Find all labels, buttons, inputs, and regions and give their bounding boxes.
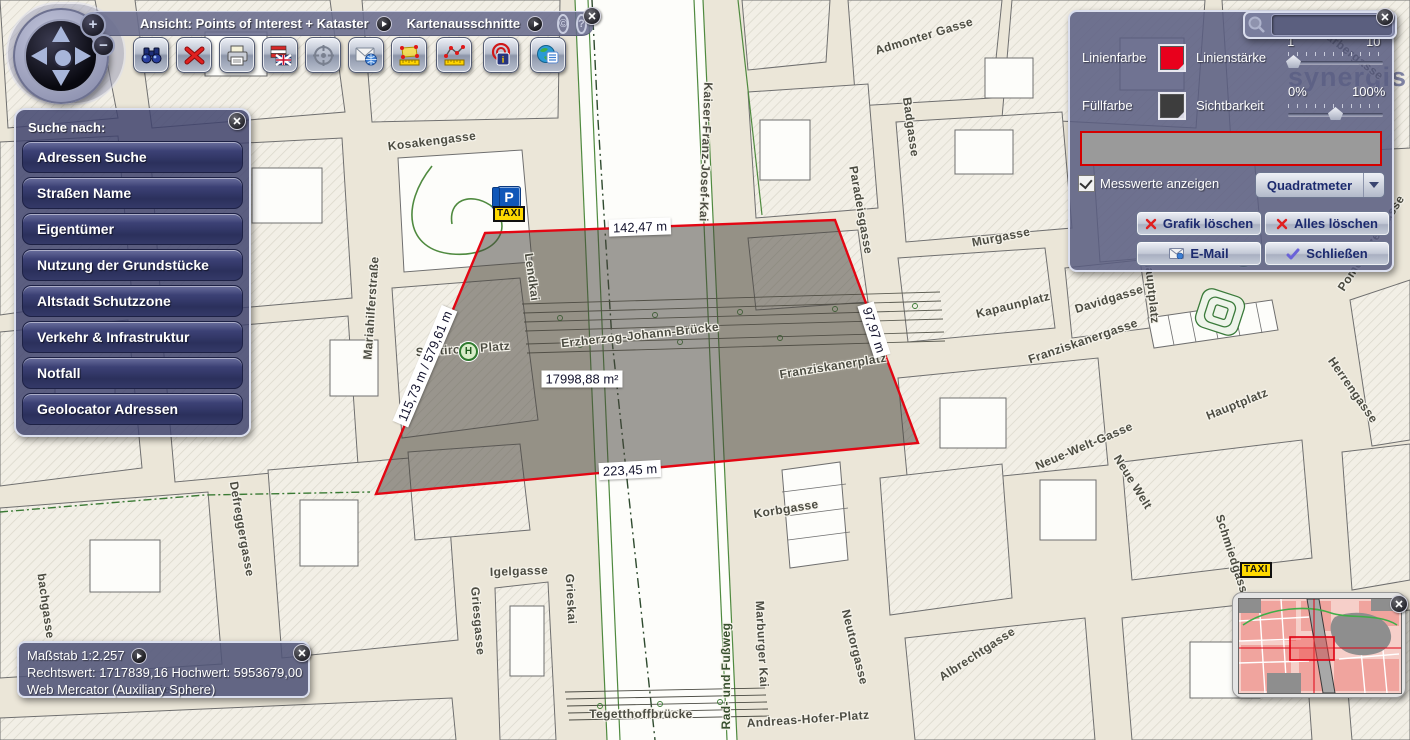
search-panel-close-button[interactable] xyxy=(228,112,246,130)
map-extracts-menu-button[interactable] xyxy=(527,16,543,32)
scale-value: Maßstab 1:2.257 xyxy=(27,647,125,664)
chevron-down-icon[interactable] xyxy=(1363,173,1384,197)
status-box-close-button[interactable] xyxy=(293,644,311,662)
clear-graphics-tool-button[interactable] xyxy=(176,37,212,73)
show-values-label: Messwerte anzeigen xyxy=(1100,176,1219,191)
search-button-geolocator[interactable]: Geolocator Adressen xyxy=(22,393,243,425)
pan-down-arrow[interactable] xyxy=(52,70,70,86)
language-flags-icon xyxy=(268,43,293,68)
envelope-icon xyxy=(1169,248,1184,259)
close-panel-button[interactable]: Schließen xyxy=(1264,241,1390,266)
measure-line-tool-button[interactable] xyxy=(436,37,472,73)
line-width-label: Linienstärke xyxy=(1196,50,1266,65)
fill-color-label: Füllfarbe xyxy=(1082,98,1133,113)
minimap-close-button[interactable] xyxy=(1390,595,1408,613)
measure-line-icon xyxy=(442,43,467,68)
binoculars-icon xyxy=(139,43,164,68)
quick-search-bar xyxy=(1243,11,1397,39)
taxi-sign: TAXI xyxy=(1240,562,1272,578)
street-label: Igelgasse xyxy=(490,563,549,579)
measure-panel-close-button[interactable] xyxy=(1376,8,1394,26)
measure-panel: Linienfarbe Linienstärke 1 10 Füllfarbe … xyxy=(1068,10,1394,272)
taxi-sign: TAXI xyxy=(493,206,525,222)
search-panel-title: Suche nach: xyxy=(28,120,249,135)
quick-search-input[interactable] xyxy=(1271,14,1393,36)
map-viewport[interactable]: Kosakengasse Mariahilferstraße Lendkai K… xyxy=(0,0,1410,740)
zoom-out-button[interactable]: − xyxy=(92,34,115,57)
scale-menu-button[interactable] xyxy=(131,648,147,664)
unit-dropdown-value: Quadratmeter xyxy=(1256,178,1363,193)
legend-tool-button[interactable] xyxy=(530,37,566,73)
pan-center-button[interactable] xyxy=(53,48,73,68)
search-button-notfall[interactable]: Notfall xyxy=(22,357,243,389)
print-tool-button[interactable] xyxy=(219,37,255,73)
area-measurement-label: 17998,88 m² xyxy=(542,371,623,388)
edge-measurement-label: 223,45 m xyxy=(598,460,661,480)
search-tool-button[interactable] xyxy=(133,37,169,73)
search-button-nutzung[interactable]: Nutzung der Grundstücke xyxy=(22,249,243,281)
search-icon xyxy=(1247,15,1267,35)
unit-dropdown[interactable]: Quadratmeter xyxy=(1255,172,1385,198)
send-map-tool-button[interactable] xyxy=(348,37,384,73)
line-width-ticks xyxy=(1288,52,1383,56)
toolbar-titlebar: Ansicht: Points of Interest + Kataster K… xyxy=(92,11,594,36)
coordinates-value: Rechtswert: 1717839,16 Hochwert: 5953679… xyxy=(27,664,300,681)
visibility-min: 0% xyxy=(1288,84,1307,99)
search-button-eigentuemer[interactable]: Eigentümer xyxy=(22,213,243,245)
checkmark-icon xyxy=(1286,248,1300,260)
overview-minimap[interactable] xyxy=(1232,592,1406,698)
minimap-extent-box[interactable] xyxy=(1290,637,1334,660)
email-button[interactable]: E-Mail xyxy=(1136,241,1262,266)
view-menu-button[interactable] xyxy=(376,16,392,32)
identify-target-icon: i xyxy=(489,43,514,68)
search-button-verkehr[interactable]: Verkehr & Infrastruktur xyxy=(22,321,243,353)
line-width-slider-thumb[interactable] xyxy=(1286,55,1301,68)
red-x-icon xyxy=(1276,218,1288,230)
language-tool-button[interactable] xyxy=(262,37,298,73)
pan-right-arrow[interactable] xyxy=(75,47,91,65)
view-title: Ansicht: Points of Interest + Kataster xyxy=(140,16,369,31)
style-preview xyxy=(1080,131,1382,166)
globe-legend-icon xyxy=(536,43,561,68)
clear-all-button[interactable]: Alles löschen xyxy=(1264,211,1390,236)
minimap-canvas[interactable] xyxy=(1238,598,1402,694)
red-x-icon xyxy=(182,43,207,68)
search-button-strassen[interactable]: Straßen Name xyxy=(22,177,243,209)
street-label: Tegetthoffbrücke xyxy=(589,707,693,721)
search-button-altstadt[interactable]: Altstadt Schutzzone xyxy=(22,285,243,317)
measure-area-icon xyxy=(397,43,422,68)
envelope-globe-icon xyxy=(354,43,379,68)
map-extracts-title: Kartenausschnitte xyxy=(407,16,520,31)
printer-icon xyxy=(225,43,250,68)
identify-tool-button[interactable]: i xyxy=(483,37,519,73)
parking-sign: P xyxy=(497,186,521,208)
status-box: Maßstab 1:2.257 Rechtswert: 1717839,16 H… xyxy=(17,641,310,698)
line-width-slider[interactable] xyxy=(1288,61,1383,64)
line-color-label: Linienfarbe xyxy=(1082,50,1146,65)
copyright-icon[interactable]: © xyxy=(557,14,569,34)
visibility-label: Sichtbarkeit xyxy=(1196,98,1264,113)
pan-up-arrow[interactable] xyxy=(52,26,70,42)
red-x-icon xyxy=(1145,218,1157,230)
show-values-checkbox[interactable] xyxy=(1078,175,1095,192)
visibility-slider-thumb[interactable] xyxy=(1328,107,1343,120)
line-color-swatch[interactable] xyxy=(1158,44,1186,72)
crosshair-icon xyxy=(311,43,336,68)
bus-stop-icon: H xyxy=(459,342,478,361)
projection-value: Web Mercator (Auxiliary Sphere) xyxy=(27,681,300,698)
street-label: Grieskai xyxy=(563,573,580,624)
street-label: Rad- und Fußweg xyxy=(719,623,733,730)
visibility-max: 100% xyxy=(1352,84,1385,99)
overview-tool-button[interactable] xyxy=(305,37,341,73)
search-button-adressen[interactable]: Adressen Suche xyxy=(22,141,243,173)
toolbar-close-button[interactable] xyxy=(583,7,601,25)
pan-left-arrow[interactable] xyxy=(31,47,47,65)
clear-graphic-button[interactable]: Grafik löschen xyxy=(1136,211,1262,236)
edge-measurement-label: 142,47 m xyxy=(609,217,672,236)
fill-color-swatch[interactable] xyxy=(1158,92,1186,120)
search-panel: Suche nach: Adressen Suche Straßen Name … xyxy=(14,108,251,437)
measure-area-tool-button[interactable] xyxy=(391,37,427,73)
